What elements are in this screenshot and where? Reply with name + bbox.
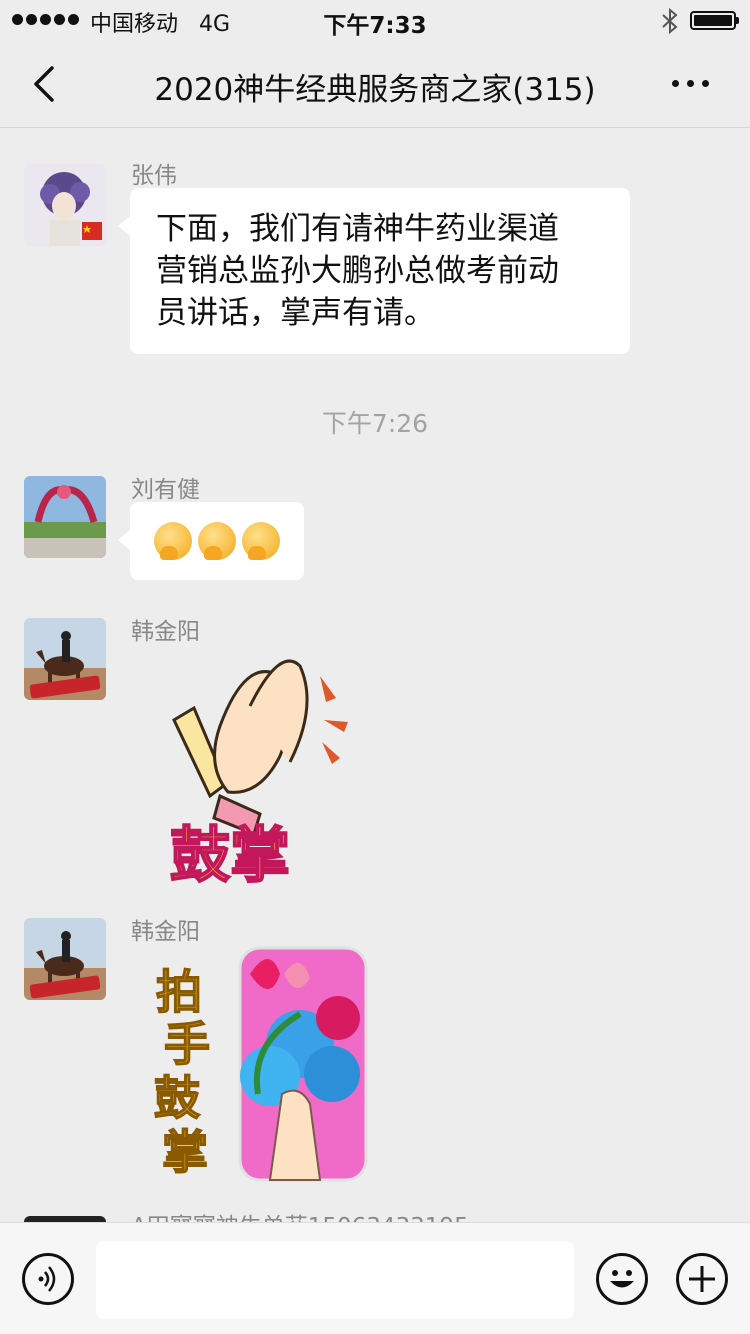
- avatar[interactable]: [24, 164, 106, 246]
- more-options-icon[interactable]: [672, 80, 709, 87]
- chat-header: 2020神牛经典服务商之家(315): [0, 40, 750, 128]
- svg-text:拍: 拍: [156, 965, 202, 1019]
- sender-name: 刘有健: [131, 477, 200, 503]
- chat-title: 2020神牛经典服务商之家(315): [154, 72, 596, 108]
- svg-text:掌: 掌: [162, 1125, 208, 1179]
- emoji-button[interactable]: [596, 1253, 648, 1305]
- avatar[interactable]: [24, 918, 106, 1000]
- back-arrow-icon[interactable]: [24, 62, 64, 106]
- sticker-caption: 鼓掌: [170, 821, 290, 886]
- hug-emoji-icon: [154, 522, 192, 560]
- svg-text:鼓: 鼓: [154, 1071, 201, 1125]
- sender-name: 张伟: [131, 163, 177, 189]
- message-timestamp: 下午7:26: [321, 409, 429, 438]
- butterfly-flower-clap-sticker[interactable]: 拍 手 鼓 掌: [150, 944, 372, 1184]
- emoji-row: [130, 502, 304, 580]
- text-message-bubble[interactable]: 下面，我们有请神牛药业渠道 营销总监孙大鹏孙总做考前动 员讲话，掌声有请。: [118, 188, 630, 354]
- sender-name: 韩金阳: [131, 919, 200, 945]
- smiley-icon: [610, 1270, 634, 1288]
- voice-wave-icon: [38, 1266, 56, 1292]
- voice-input-button[interactable]: [22, 1253, 74, 1305]
- message-text-input[interactable]: [96, 1241, 574, 1319]
- status-bar: 中国移动 4G 下午7:33: [0, 0, 750, 40]
- sender-name: 韩金阳: [131, 619, 200, 645]
- avatar[interactable]: [24, 618, 106, 700]
- bluetooth-icon: [662, 8, 678, 34]
- avatar[interactable]: [24, 476, 106, 558]
- clapping-hands-sticker[interactable]: 鼓掌: [150, 646, 370, 886]
- status-time: 下午7:33: [323, 13, 427, 39]
- message-line: 下面，我们有请神牛药业渠道: [156, 211, 559, 247]
- battery-icon: [690, 11, 739, 30]
- hug-emoji-icon: [242, 522, 280, 560]
- svg-text:手: 手: [164, 1017, 210, 1071]
- more-functions-button[interactable]: [676, 1253, 728, 1305]
- emoji-message-bubble[interactable]: [118, 502, 304, 580]
- hug-emoji-icon: [198, 522, 236, 560]
- message-text: 下面，我们有请神牛药业渠道 营销总监孙大鹏孙总做考前动 员讲话，掌声有请。: [130, 188, 630, 354]
- plus-icon: [689, 1266, 715, 1292]
- message-input-bar: [0, 1222, 750, 1334]
- message-line: 营销总监孙大鹏孙总做考前动: [156, 253, 559, 289]
- sender-name: A田寥寥神牛单芬15063433195: [131, 1210, 469, 1222]
- message-line: 员讲话，掌声有请。: [156, 295, 435, 331]
